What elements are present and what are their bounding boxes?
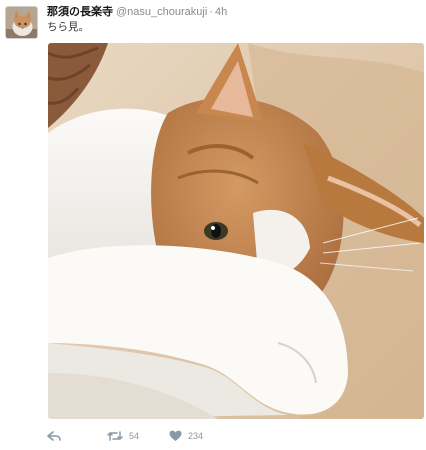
separator-dot: · xyxy=(209,6,213,18)
like-button[interactable]: 234 xyxy=(169,428,203,444)
author-name[interactable]: 那須の長楽寺 xyxy=(47,6,113,18)
cat-avatar-icon xyxy=(6,7,37,38)
cat-photo[interactable] xyxy=(48,43,424,419)
cat-photo-image xyxy=(48,43,424,419)
author-avatar[interactable] xyxy=(5,6,38,39)
tweet-text: ちら見。 xyxy=(47,21,89,33)
retweet-count: 54 xyxy=(129,431,140,441)
tweet-timestamp[interactable]: 4h xyxy=(215,6,227,18)
author-handle[interactable]: @nasu_chourakuji xyxy=(116,6,207,18)
retweet-button[interactable]: 54 xyxy=(107,428,139,444)
tweet: 那須の長楽寺 @nasu_chourakuji · 4h ちら見。 54 234 xyxy=(0,0,426,450)
tweet-header: 那須の長楽寺 @nasu_chourakuji · 4h xyxy=(47,5,227,19)
reply-icon xyxy=(47,431,61,441)
retweet-icon xyxy=(107,431,123,441)
like-count: 234 xyxy=(188,431,204,441)
reply-button[interactable] xyxy=(47,428,61,444)
heart-icon xyxy=(169,430,182,441)
